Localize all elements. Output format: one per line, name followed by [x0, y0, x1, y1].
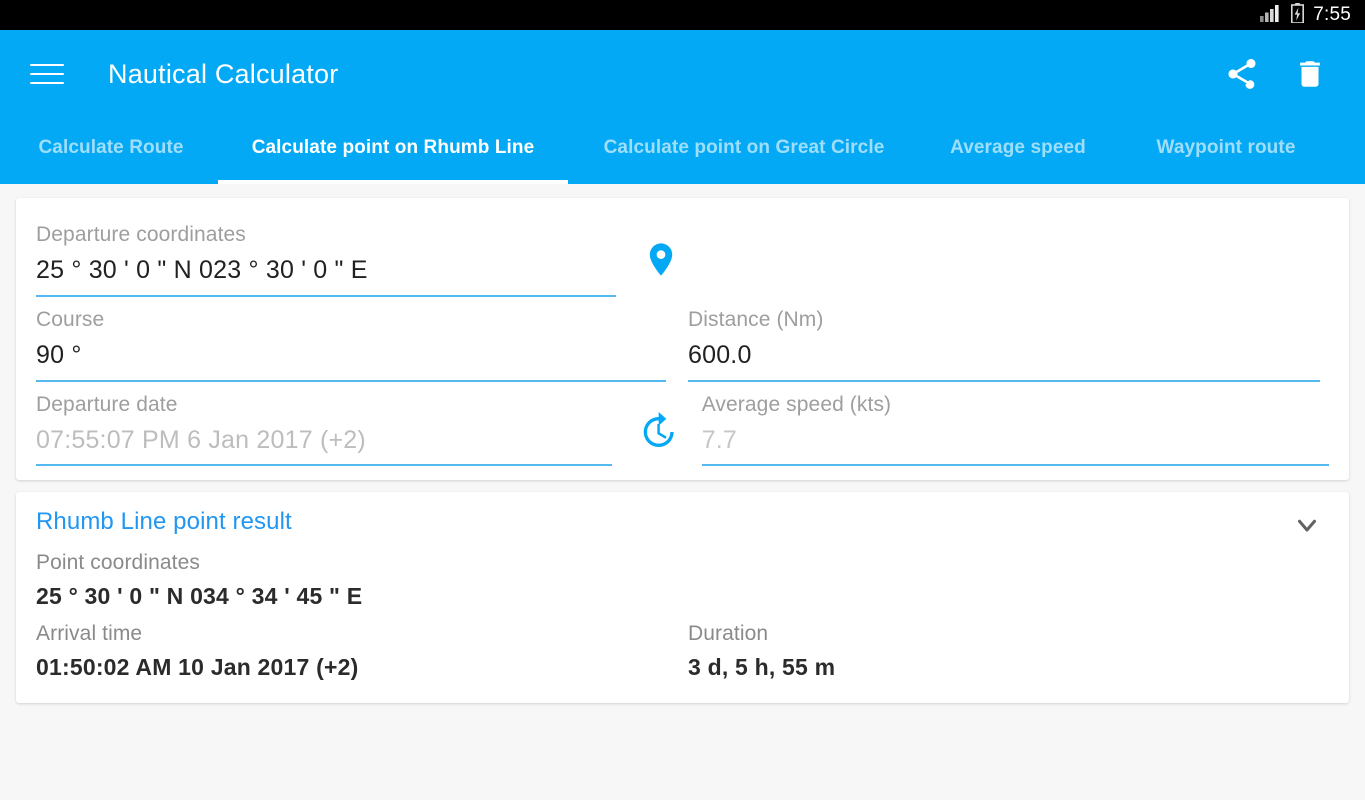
distance-input[interactable]: 600.0	[688, 333, 1320, 382]
distance-field: Distance (Nm) 600.0	[688, 301, 1320, 382]
point-coordinates-field: Point coordinates 25 ° 30 ' 0 " N 034 ° …	[36, 550, 688, 611]
status-bar-clock: 7:55	[1313, 4, 1351, 25]
tab-label: Calculate point on Great Circle	[603, 137, 885, 159]
page-title: Nautical Calculator	[108, 58, 339, 89]
departure-coordinates-field: Departure coordinates 25 ° 30 ' 0 " N 02…	[36, 216, 616, 297]
point-coordinates-row: Point coordinates 25 ° 30 ' 0 " N 034 ° …	[36, 550, 1329, 611]
chevron-down-icon[interactable]	[1285, 510, 1329, 540]
departure-coordinates-label: Departure coordinates	[36, 223, 246, 246]
tab-waypoint-route[interactable]: Waypoint route	[1116, 118, 1336, 184]
battery-charging-icon	[1291, 2, 1305, 28]
departure-coordinates-input[interactable]: 25 ° 30 ' 0 " N 023 ° 30 ' 0 " E	[36, 248, 616, 297]
share-icon[interactable]	[1215, 47, 1269, 101]
delete-icon[interactable]	[1283, 47, 1337, 101]
status-bar: 7:55	[0, 0, 1365, 30]
tab-label: Waypoint route	[1156, 137, 1296, 159]
tab-calculate-point-on-rhumb-line[interactable]: Calculate point on Rhumb Line	[218, 118, 568, 184]
tab-calculate-route[interactable]: Calculate Route	[4, 118, 218, 184]
arrival-duration-row: Arrival time 01:50:02 AM 10 Jan 2017 (+2…	[36, 621, 1329, 682]
arrival-time-value: 01:50:02 AM 10 Jan 2017 (+2)	[36, 653, 359, 680]
signal-bars-icon	[1260, 4, 1282, 27]
result-card: Rhumb Line point result Point coordinate…	[16, 492, 1349, 703]
tab-calculate-point-on-great-circle[interactable]: Calculate point on Great Circle	[568, 118, 920, 184]
main-content: Departure coordinates 25 ° 30 ' 0 " N 02…	[0, 184, 1365, 800]
duration-label: Duration	[688, 622, 769, 646]
duration-field: Duration 3 d, 5 h, 55 m	[688, 621, 1288, 682]
average-speed-field: Average speed (kts) 7.7	[701, 386, 1329, 467]
departure-date-field: Departure date 07:55:07 PM 6 Jan 2017 (+…	[36, 386, 612, 467]
result-header: Rhumb Line point result	[36, 508, 1329, 540]
departure-date-label: Departure date	[36, 392, 178, 416]
departure-date-speed-row: Departure date 07:55:07 PM 6 Jan 2017 (+…	[36, 386, 1329, 467]
course-field: Course 90 °	[36, 301, 666, 382]
course-input[interactable]: 90 °	[36, 333, 666, 382]
departure-coordinates-row: Departure coordinates 25 ° 30 ' 0 " N 02…	[36, 216, 1329, 297]
course-label: Course	[36, 307, 105, 331]
course-distance-row: Course 90 ° Distance (Nm) 600.0	[36, 301, 1329, 382]
app-bar: Nautical Calculator	[0, 30, 1365, 118]
tab-label: Calculate Route	[38, 137, 184, 159]
tab-label: Calculate point on Rhumb Line	[251, 137, 535, 159]
point-coordinates-label: Point coordinates	[36, 551, 200, 575]
tab-average-speed[interactable]: Average speed	[920, 118, 1116, 184]
map-pin-icon[interactable]	[616, 216, 706, 284]
average-speed-label: Average speed (kts)	[701, 392, 892, 416]
hamburger-menu-icon[interactable]	[30, 54, 70, 94]
tab-bar: Calculate Route Calculate point on Rhumb…	[0, 118, 1365, 184]
duration-value: 3 d, 5 h, 55 m	[688, 653, 836, 680]
tab-label: Average speed	[950, 137, 1086, 159]
arrival-time-field: Arrival time 01:50:02 AM 10 Jan 2017 (+2…	[36, 621, 688, 682]
point-coordinates-value: 25 ° 30 ' 0 " N 034 ° 34 ' 45 " E	[36, 582, 363, 609]
average-speed-input[interactable]: 7.7	[701, 418, 1329, 467]
update-clock-icon[interactable]	[612, 386, 702, 452]
arrival-time-label: Arrival time	[36, 622, 143, 646]
result-title: Rhumb Line point result	[36, 508, 292, 536]
input-card: Departure coordinates 25 ° 30 ' 0 " N 02…	[16, 198, 1349, 481]
departure-date-input[interactable]: 07:55:07 PM 6 Jan 2017 (+2)	[36, 418, 612, 467]
distance-label: Distance (Nm)	[688, 307, 824, 331]
